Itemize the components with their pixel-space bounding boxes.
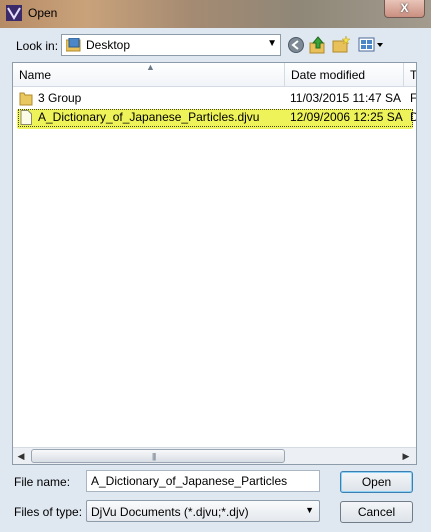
grip-icon: ||| bbox=[152, 452, 156, 461]
chevron-down-icon[interactable]: ▼ bbox=[267, 38, 277, 49]
look-in-label: Look in: bbox=[16, 39, 59, 53]
view-menu-icon[interactable] bbox=[358, 36, 384, 54]
file-type-cell: D. bbox=[410, 108, 416, 127]
cancel-button[interactable]: Cancel bbox=[340, 501, 413, 523]
column-type-label: Ty bbox=[410, 68, 417, 82]
look-in-combo[interactable]: Desktop ▼ bbox=[61, 34, 281, 56]
files-of-type-value: DjVu Documents (*.djvu;*.djv) bbox=[91, 505, 249, 519]
up-folder-icon[interactable] bbox=[309, 36, 327, 54]
look-in-value: Desktop bbox=[86, 38, 131, 52]
close-button[interactable]: X bbox=[384, 0, 425, 18]
list-item-selected[interactable]: A_Dictionary_of_Japanese_Particles.djvu … bbox=[13, 108, 416, 129]
file-name-cell: 3 Group bbox=[38, 91, 82, 105]
column-header-type[interactable]: Ty bbox=[404, 63, 417, 87]
file-name-label: File name: bbox=[14, 475, 71, 489]
column-header-name[interactable]: ▲ Name bbox=[13, 63, 285, 87]
file-date-cell: 12/09/2006 12:25 SA bbox=[290, 110, 403, 124]
desktop-folder-icon bbox=[66, 38, 81, 52]
column-header-date[interactable]: Date modified bbox=[285, 63, 404, 87]
title-bar: Open X bbox=[0, 0, 431, 28]
horizontal-scrollbar[interactable]: ◀ ||| ▶ bbox=[13, 447, 416, 464]
app-icon bbox=[6, 5, 22, 21]
list-item[interactable]: 3 Group 11/03/2015 11:47 SA Fi bbox=[13, 89, 417, 108]
folder-icon bbox=[19, 92, 33, 106]
file-type-cell: Fi bbox=[410, 91, 417, 105]
chevron-down-icon: ▼ bbox=[305, 505, 314, 515]
file-date-cell: 11/03/2015 11:47 SA bbox=[290, 91, 401, 105]
files-of-type-select[interactable]: DjVu Documents (*.djvu;*.djv) ▼ bbox=[86, 500, 320, 522]
sort-ascending-icon: ▲ bbox=[146, 62, 155, 72]
column-date-label: Date modified bbox=[291, 68, 366, 82]
scrollbar-thumb[interactable]: ||| bbox=[31, 449, 285, 463]
window-title: Open bbox=[28, 6, 58, 20]
file-icon bbox=[20, 110, 32, 125]
open-button[interactable]: Open bbox=[340, 471, 413, 493]
scroll-right-icon[interactable]: ▶ bbox=[400, 450, 412, 462]
scroll-left-icon[interactable]: ◀ bbox=[15, 450, 27, 462]
column-name-label: Name bbox=[19, 68, 52, 82]
new-folder-icon[interactable] bbox=[332, 36, 350, 54]
open-dialog: Look in: Desktop ▼ ▲ Name Date modified … bbox=[0, 28, 431, 532]
files-of-type-label: Files of type: bbox=[14, 505, 83, 519]
file-name-cell: A_Dictionary_of_Japanese_Particles.djvu bbox=[38, 110, 260, 124]
file-name-input[interactable] bbox=[86, 470, 320, 492]
back-icon[interactable] bbox=[287, 36, 305, 54]
file-list[interactable]: ▲ Name Date modified Ty 3 Group 11/03/20… bbox=[12, 62, 417, 465]
